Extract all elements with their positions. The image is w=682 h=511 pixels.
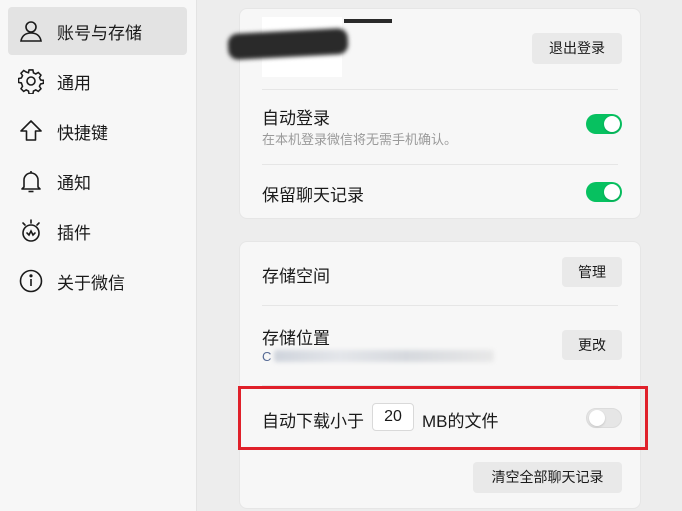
- keep-history-toggle[interactable]: [586, 182, 622, 202]
- auto-login-row: 自动登录 在本机登录微信将无需手机确认。: [240, 90, 642, 165]
- keep-history-title: 保留聊天记录: [262, 186, 364, 205]
- sidebar-item-account-storage[interactable]: 账号与存储: [8, 7, 187, 55]
- sidebar-item-label: 通知: [57, 173, 91, 193]
- auto-login-subtitle: 在本机登录微信将无需手机确认。: [262, 132, 458, 147]
- storage-space-title: 存储空间: [262, 267, 330, 286]
- manage-storage-button[interactable]: 管理: [562, 257, 622, 287]
- redacted-line: [344, 19, 392, 23]
- storage-location-title: 存储位置: [262, 329, 330, 348]
- auto-download-size-input[interactable]: [372, 403, 414, 431]
- logout-button[interactable]: 退出登录: [532, 33, 622, 64]
- sidebar-item-plugins[interactable]: 插件: [8, 207, 187, 255]
- redacted-storage-path: [274, 350, 494, 362]
- sidebar-item-label: 通用: [57, 73, 91, 93]
- auto-download-row: 自动下载小于 MB的文件: [240, 386, 642, 446]
- sidebar: 账号与存储 通用 快捷键 通知 插件 关于微信: [0, 0, 197, 511]
- sidebar-item-notifications[interactable]: 通知: [8, 157, 187, 205]
- toggle-knob: [604, 116, 620, 132]
- toggle-knob: [589, 410, 605, 426]
- settings-panel: 退出登录 自动登录 在本机登录微信将无需手机确认。 保留聊天记录 存储空间 管理…: [197, 0, 682, 511]
- sidebar-item-label: 快捷键: [57, 123, 108, 143]
- toggle-knob: [604, 184, 620, 200]
- account-row: 退出登录: [227, 9, 642, 89]
- sidebar-item-label: 关于微信: [57, 273, 125, 293]
- arrow-up-icon: [18, 118, 44, 144]
- storage-path-prefix: C: [262, 349, 272, 364]
- sidebar-item-shortcuts[interactable]: 快捷键: [8, 107, 187, 155]
- user-icon: [18, 18, 44, 44]
- auto-download-suffix: MB的文件: [422, 412, 499, 431]
- plugin-icon: [18, 218, 44, 244]
- storage-space-row: 存储空间 管理: [240, 242, 642, 305]
- account-card: 退出登录 自动登录 在本机登录微信将无需手机确认。 保留聊天记录: [227, 8, 642, 220]
- auto-download-toggle[interactable]: [586, 408, 622, 428]
- keep-history-row: 保留聊天记录: [240, 165, 642, 220]
- storage-location-row: 存储位置 C 更改: [240, 306, 642, 385]
- clear-all-history-button[interactable]: 清空全部聊天记录: [473, 462, 622, 493]
- auto-download-prefix: 自动下载小于: [262, 412, 364, 431]
- sidebar-item-label: 账号与存储: [57, 23, 142, 43]
- gear-icon: [18, 68, 44, 94]
- sidebar-item-about[interactable]: 关于微信: [8, 257, 187, 305]
- change-location-button[interactable]: 更改: [562, 330, 622, 360]
- storage-card: 存储空间 管理 存储位置 C 更改 自动下载小于 MB的文件 清空全部聊天记录: [239, 241, 641, 509]
- bell-icon: [18, 168, 44, 194]
- sidebar-item-label: 插件: [57, 223, 91, 243]
- sidebar-item-general[interactable]: 通用: [8, 57, 187, 105]
- info-icon: [18, 268, 44, 294]
- auto-login-toggle[interactable]: [586, 114, 622, 134]
- auto-login-title: 自动登录: [262, 109, 330, 128]
